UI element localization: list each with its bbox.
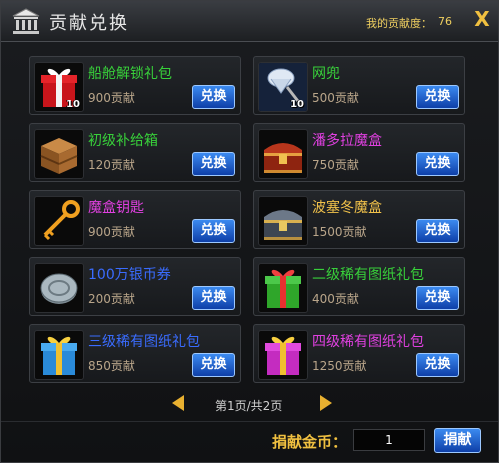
- exchange-button[interactable]: 兑换: [192, 219, 235, 243]
- item-cost: 1500贡献: [312, 225, 367, 239]
- item-cost: 900贡献: [88, 225, 135, 239]
- item-name: 100万银币券: [88, 267, 171, 283]
- exchange-button[interactable]: 兑换: [416, 353, 459, 377]
- prev-page-icon[interactable]: [171, 394, 185, 412]
- title-bar[interactable]: 贡献兑换 我的贡献度： 76 X: [1, 1, 498, 42]
- contribution-label: 我的贡献度：: [366, 17, 432, 30]
- item-cost: 850贡献: [88, 359, 135, 373]
- page-indicator: 第1页/共2页: [215, 399, 283, 413]
- item-card: 初级补给箱 120贡献 兑换: [29, 123, 241, 182]
- item-cost: 500贡献: [312, 91, 359, 105]
- item-cost: 120贡献: [88, 158, 135, 172]
- item-card: 100万银币券 200贡献 兑换: [29, 257, 241, 316]
- exchange-button[interactable]: 兑换: [416, 286, 459, 310]
- item-card: 波塞冬魔盒 1500贡献 兑换: [253, 190, 465, 249]
- item-thumbnail[interactable]: [258, 196, 308, 246]
- wooden-crate-icon: [40, 138, 78, 174]
- item-thumbnail[interactable]: [258, 330, 308, 380]
- exchange-button[interactable]: 兑换: [192, 353, 235, 377]
- item-quantity: 10: [290, 99, 304, 110]
- item-card: 二级稀有图纸礼包 400贡献 兑换: [253, 257, 465, 316]
- item-cost: 200贡献: [88, 292, 135, 306]
- exchange-button[interactable]: 兑换: [416, 219, 459, 243]
- item-cost: 900贡献: [88, 91, 135, 105]
- item-name: 二级稀有图纸礼包: [312, 267, 424, 283]
- next-page-icon[interactable]: [319, 394, 333, 412]
- exchange-button[interactable]: 兑换: [192, 152, 235, 176]
- item-name: 魔盒钥匙: [88, 200, 144, 216]
- donate-gold-label: 捐献金币：: [272, 433, 348, 451]
- green-gift-icon: [265, 269, 301, 308]
- silver-chest-icon: [264, 210, 302, 240]
- temple-icon: [12, 8, 40, 34]
- close-button[interactable]: X: [472, 9, 492, 29]
- item-name: 三级稀有图纸礼包: [88, 334, 200, 350]
- item-thumbnail[interactable]: [34, 196, 84, 246]
- pagination: 第1页/共2页: [171, 394, 333, 414]
- donate-amount-input[interactable]: [353, 429, 425, 451]
- donate-button[interactable]: 捐献: [434, 428, 481, 453]
- item-name: 波塞冬魔盒: [312, 200, 382, 216]
- item-card: 潘多拉魔盒 750贡献 兑换: [253, 123, 465, 182]
- item-thumbnail[interactable]: [258, 129, 308, 179]
- silver-coin-icon: [40, 273, 78, 304]
- item-quantity: 10: [66, 99, 80, 110]
- item-thumbnail[interactable]: [34, 129, 84, 179]
- contribution-exchange-window: 贡献兑换 我的贡献度： 76 X 10 船舱解锁礼包 900贡献 兑换 10 网…: [0, 0, 499, 463]
- item-cost: 750贡献: [312, 158, 359, 172]
- window-title: 贡献兑换: [49, 13, 129, 34]
- item-name: 网兜: [312, 66, 340, 82]
- red-chest-icon: [264, 143, 302, 173]
- item-card: 10 网兜 500贡献 兑换: [253, 56, 465, 115]
- item-card: 四级稀有图纸礼包 1250贡献 兑换: [253, 324, 465, 383]
- item-thumbnail[interactable]: 10: [34, 62, 84, 112]
- item-thumbnail[interactable]: 10: [258, 62, 308, 112]
- item-thumbnail[interactable]: [34, 330, 84, 380]
- exchange-button[interactable]: 兑换: [192, 85, 235, 109]
- item-name: 四级稀有图纸礼包: [312, 334, 424, 350]
- blue-gift-icon: [41, 336, 77, 375]
- footer-divider: [1, 421, 498, 422]
- item-card: 魔盒钥匙 900贡献 兑换: [29, 190, 241, 249]
- exchange-button[interactable]: 兑换: [192, 286, 235, 310]
- item-name: 初级补给箱: [88, 133, 158, 149]
- exchange-button[interactable]: 兑换: [416, 152, 459, 176]
- item-name: 船舱解锁礼包: [88, 66, 172, 82]
- golden-key-icon: [43, 200, 80, 241]
- item-card: 10 船舱解锁礼包 900贡献 兑换: [29, 56, 241, 115]
- item-thumbnail[interactable]: [258, 263, 308, 313]
- item-card: 三级稀有图纸礼包 850贡献 兑换: [29, 324, 241, 383]
- exchange-button[interactable]: 兑换: [416, 85, 459, 109]
- purple-gift-icon: [265, 336, 301, 375]
- contribution-value: 76: [438, 15, 452, 28]
- item-cost: 400贡献: [312, 292, 359, 306]
- item-thumbnail[interactable]: [34, 263, 84, 313]
- item-cost: 1250贡献: [312, 359, 367, 373]
- item-name: 潘多拉魔盒: [312, 133, 382, 149]
- item-grid: 10 船舱解锁礼包 900贡献 兑换 10 网兜 500贡献 兑换 初级补给箱 …: [9, 45, 490, 383]
